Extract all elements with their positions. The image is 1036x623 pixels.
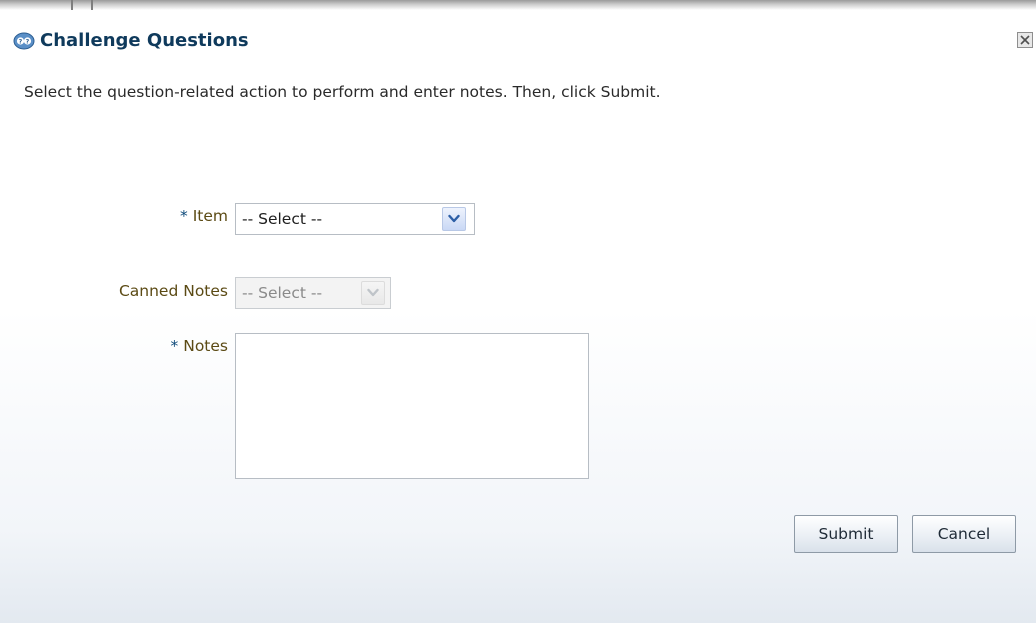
close-icon	[1020, 35, 1030, 45]
item-label: Item	[192, 207, 228, 225]
close-button[interactable]	[1017, 32, 1033, 48]
notes-label-group: * Notes	[130, 337, 228, 355]
required-marker: *	[180, 207, 188, 225]
top-edge-strip	[0, 0, 1036, 10]
chevron-down-icon	[367, 288, 379, 297]
challenge-questions-dialog: ? ? Challenge Questions Select the quest…	[0, 10, 1036, 623]
svg-text:?: ?	[26, 39, 30, 46]
dialog-title: Challenge Questions	[40, 30, 249, 51]
item-select[interactable]: -- Select --	[235, 203, 475, 235]
question-bubbles-icon: ? ?	[13, 32, 35, 50]
notes-textarea[interactable]	[235, 333, 589, 479]
canned-notes-select-value: -- Select --	[242, 284, 323, 302]
dialog-title-bar: ? ? Challenge Questions	[0, 10, 1036, 70]
canned-notes-select[interactable]: -- Select --	[235, 277, 391, 309]
item-dropdown-button[interactable]	[442, 207, 466, 231]
item-select-value: -- Select --	[242, 210, 323, 228]
cancel-button[interactable]: Cancel	[912, 515, 1016, 553]
divider	[91, 0, 93, 10]
submit-button[interactable]: Submit	[794, 515, 898, 553]
svg-text:?: ?	[19, 39, 23, 46]
divider	[71, 0, 73, 10]
canned-notes-label: Canned Notes	[118, 282, 228, 300]
notes-label: Notes	[183, 337, 228, 355]
required-marker: *	[170, 337, 179, 355]
canned-notes-label-group: Canned Notes	[60, 282, 228, 300]
instruction-text: Select the question-related action to pe…	[24, 83, 661, 101]
chevron-down-icon	[448, 214, 460, 223]
item-label-group: * Item	[150, 207, 228, 225]
canned-notes-dropdown-button[interactable]	[361, 281, 385, 305]
